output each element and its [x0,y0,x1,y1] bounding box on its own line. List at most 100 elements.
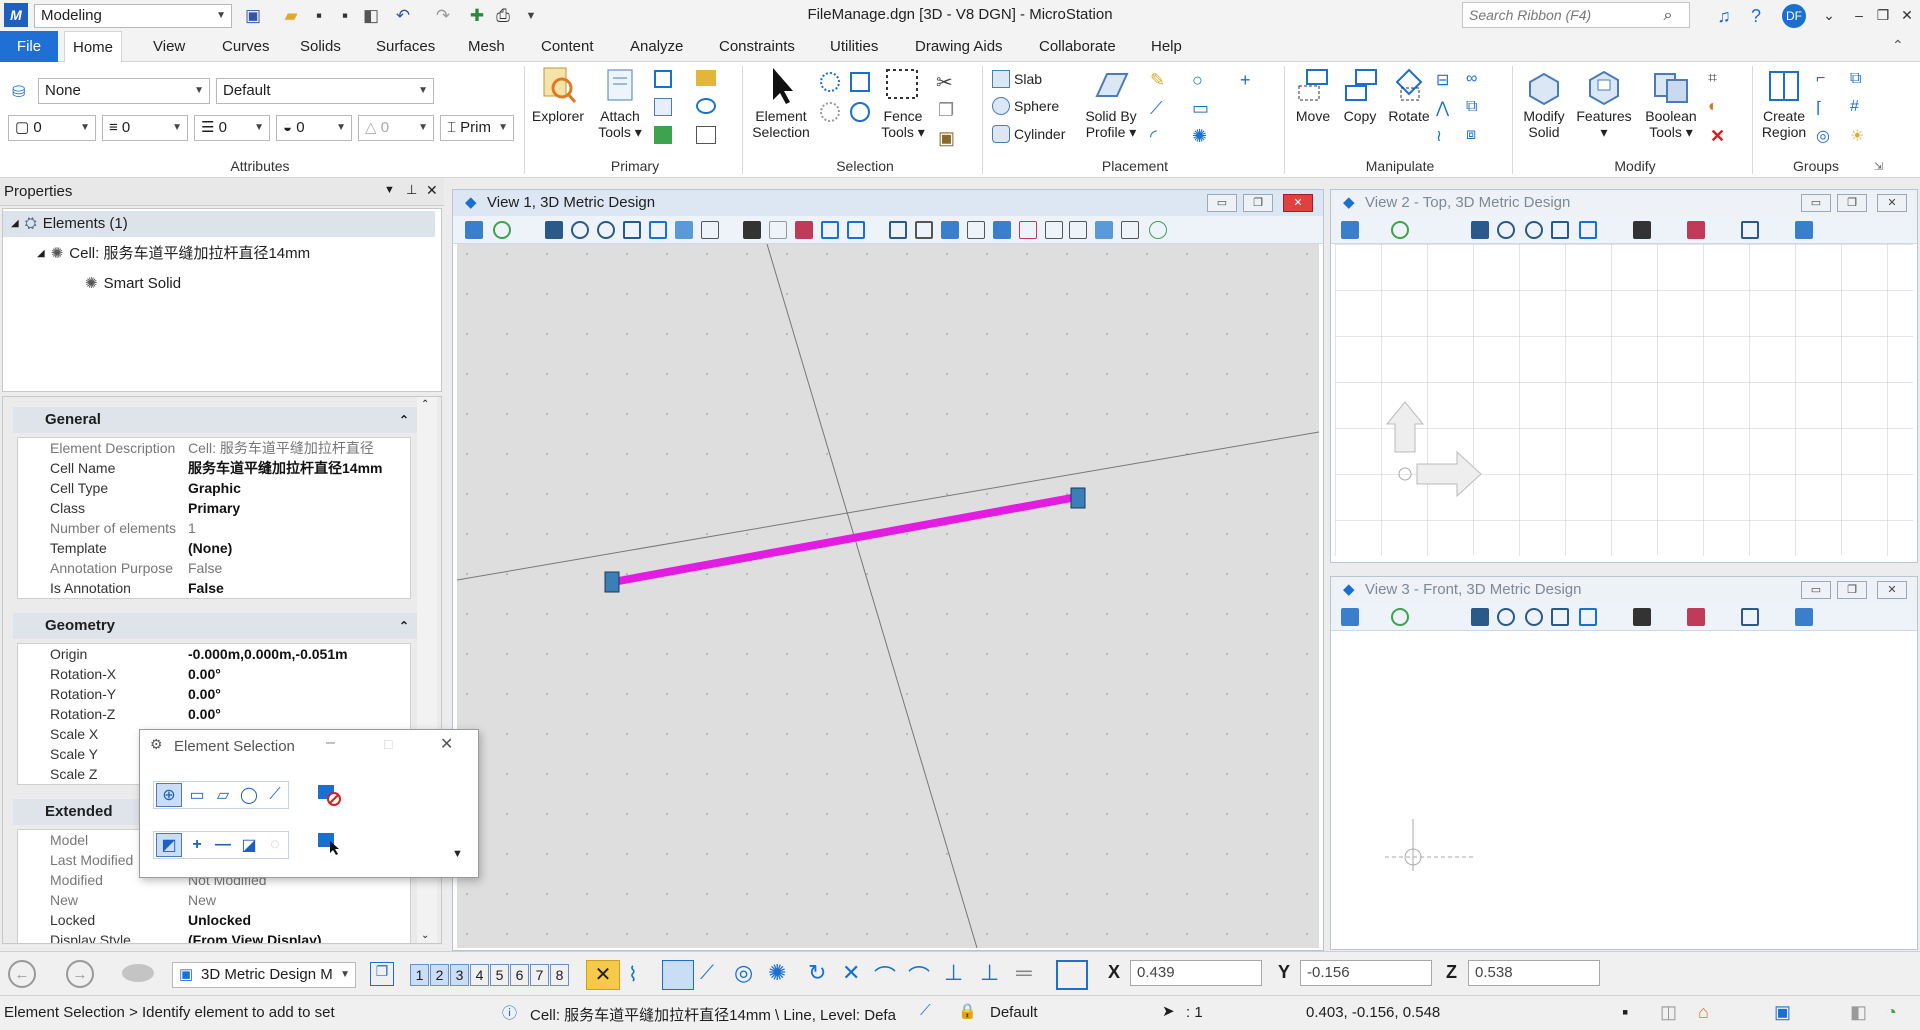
align-icon[interactable]: ⧉ [1466,98,1477,116]
tree-node-elements[interactable]: ◢ ⛭ Elements (1) [3,211,435,237]
view-attributes-icon[interactable] [1341,221,1359,239]
add-to-group-icon[interactable]: ⌐ [1816,70,1825,88]
view-minimize-button[interactable]: ▭ [1801,581,1831,599]
copy-clipboard-icon[interactable]: ❐ [938,100,954,121]
property-value[interactable]: 服务车道平缝加拉杆直径14mm [188,458,410,478]
rotate-view-icon[interactable] [675,221,693,239]
property-row[interactable]: Rotation-Y 0.00° [18,684,410,704]
scale-icon[interactable]: ⊟ [1436,70,1449,90]
tab-surfaces[interactable]: Surfaces [368,31,443,62]
chevron-up-icon[interactable]: ⌃ [399,407,409,433]
element-selection-dialog[interactable]: ⚙ Element Selection – □ ✕ ⊕ ▭ ▱ ◯ ⟋ ◩ + … [139,729,479,878]
view-number-button[interactable]: 2 [430,964,449,986]
priority-combo[interactable]: △ 0 ▼ [358,115,434,141]
property-row[interactable]: New New [18,890,410,910]
window-area-icon[interactable] [1551,608,1569,626]
preferences-icon[interactable]: ◧ [1850,1002,1867,1023]
explorer-button[interactable]: Explorer [528,66,588,124]
tab-curves[interactable]: Curves [214,31,278,62]
fit-view-icon[interactable] [649,221,667,239]
paint-icon[interactable]: ◐ [1708,98,1718,116]
dialog-launcher-icon[interactable]: ⇲ [1874,160,1883,173]
create-region-button[interactable]: Create Region [1756,66,1812,140]
undo-icon[interactable]: ↶ [390,4,416,28]
user-avatar[interactable]: DF [1782,4,1806,28]
view-groups-icon[interactable]: ❐ [370,962,394,986]
tangent-snap-icon[interactable]: ↻ [808,960,826,986]
view-previous-icon[interactable] [1687,608,1705,626]
panel-menu-icon[interactable]: ▼ [384,184,395,196]
align-dimension-icon[interactable]: ⌗ [1708,70,1717,88]
save-status-icon[interactable]: ▪ [1622,1002,1628,1023]
clip-volume-icon[interactable] [889,221,907,239]
save-icon[interactable]: ▪ [306,4,332,28]
level-combo[interactable]: None ▼ [38,78,210,104]
property-value[interactable]: New [188,890,410,910]
display-style-icon[interactable] [1795,608,1813,626]
property-row[interactable]: Rotation-Z 0.00° [18,704,410,724]
view-maximize-button[interactable]: ❐ [1243,194,1273,212]
attach-tools-button[interactable]: Attach Tools ▾ [592,66,648,140]
walk-icon[interactable] [1633,608,1651,626]
redo-icon[interactable]: ↷ [430,4,456,28]
select-all-icon[interactable] [820,72,840,92]
property-value[interactable]: Unlocked [188,910,410,930]
property-value[interactable]: 0.00° [188,684,410,704]
property-value[interactable]: False [188,558,410,578]
history-icon[interactable]: ◫ [1660,1002,1677,1023]
workspace-icon[interactable]: ▣ [240,4,266,28]
features-button[interactable]: Features ▾ [1574,66,1634,140]
mirror-icon[interactable]: ⋀ [1436,98,1449,118]
snap-mode-icon[interactable]: ⟋ [920,1002,931,1019]
individual-select-icon[interactable]: ⊕ [156,783,182,807]
nearest-snap-icon[interactable] [662,960,694,990]
tree-node-cell[interactable]: ◢ ✺ Cell: 服务车道平缝加拉杆直径14mm [37,241,310,267]
display-style-icon[interactable] [941,221,959,239]
view-previous-icon[interactable] [795,221,813,239]
property-value[interactable]: Cell: 服务车道平缝加拉杆直径 [188,438,410,458]
block-select-icon[interactable]: ▭ [184,783,210,807]
class-combo[interactable]: ⌶ Prim ▼ [440,115,514,141]
rotate-button[interactable]: Rotate [1384,66,1434,124]
tab-utilities[interactable]: Utilities [822,31,886,62]
view-number-button[interactable]: 3 [450,964,469,986]
status-level[interactable]: Default [990,1004,1038,1021]
collapse-ribbon-icon[interactable]: ⌃ [1892,37,1904,54]
view-2-canvas[interactable] [1335,244,1913,556]
property-row[interactable]: Is Annotation False [18,578,410,598]
view-close-button[interactable]: ✕ [1283,194,1313,212]
property-value[interactable]: 0.00° [188,664,410,684]
property-row[interactable]: Origin -0.000m,0.000m,-0.051m [18,644,410,664]
graphic-group-icon[interactable]: ⧉ [1850,70,1861,88]
view-number-button[interactable]: 7 [530,964,549,986]
tab-analyze[interactable]: Analyze [622,31,691,62]
models-icon[interactable] [654,70,672,88]
origin-snap-icon[interactable]: ✺ [768,960,786,986]
zoom-out-icon[interactable] [597,221,615,239]
tab-solids[interactable]: Solids [292,31,349,62]
clip-mask-icon[interactable] [915,221,933,239]
fit-view-icon[interactable] [1579,221,1597,239]
property-value[interactable]: (From View Display) [188,930,410,943]
saved-views-icon[interactable] [654,126,672,144]
zoom-in-icon[interactable] [1497,608,1515,626]
open-icon[interactable]: ▰ [278,4,304,28]
perpendicular-snap-icon[interactable]: ⊥ [944,960,963,986]
fit-view-icon[interactable] [1579,608,1597,626]
display-styles-icon[interactable] [696,98,716,114]
camera-icon[interactable] [993,221,1011,239]
update-view-icon[interactable] [545,221,563,239]
message-center-icon[interactable]: ⓘ [502,1002,517,1023]
standard-views-icon[interactable] [1095,221,1113,239]
property-row[interactable]: Cell Type Graphic [18,478,410,498]
drop-group-icon[interactable]: ⌈ [1816,98,1822,118]
view-rotation-icon[interactable] [1121,221,1139,239]
property-value[interactable]: (None) [188,538,410,558]
z-coordinate-input[interactable]: 0.538 [1468,960,1600,986]
place-circle-icon[interactable]: ○ [1192,70,1203,91]
cut-icon[interactable]: ✂ [936,70,953,95]
place-point-icon[interactable]: ✺ [1192,126,1207,147]
clip-volume-icon[interactable] [1741,221,1759,239]
view-1-window[interactable]: ◆ View 1, 3D Metric Design ▭ ❐ ✕ [452,189,1324,951]
pin-icon[interactable]: ✚ [464,4,490,28]
